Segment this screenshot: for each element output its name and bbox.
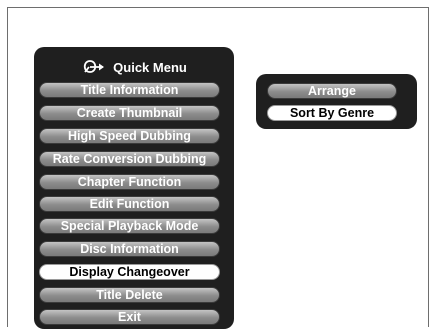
submenu-panel: Arrange Sort By Genre [256, 74, 417, 129]
menu-item-exit[interactable]: Exit [39, 309, 220, 325]
quick-menu-panel: Quick Menu Title Information Create Thum… [34, 47, 234, 329]
quick-menu-header: Quick Menu [34, 57, 234, 77]
remote-pointer-icon [84, 60, 105, 73]
menu-item-title-information[interactable]: Title Information [39, 82, 220, 98]
submenu-item-sort-by-genre[interactable]: Sort By Genre [267, 105, 397, 121]
menu-item-edit-function[interactable]: Edit Function [39, 196, 220, 212]
menu-item-title-delete[interactable]: Title Delete [39, 287, 220, 303]
menu-item-high-speed-dubbing[interactable]: High Speed Dubbing [39, 128, 220, 144]
menu-item-create-thumbnail[interactable]: Create Thumbnail [39, 105, 220, 121]
menu-item-display-changeover[interactable]: Display Changeover [39, 264, 220, 280]
menu-item-rate-conversion-dubbing[interactable]: Rate Conversion Dubbing [39, 151, 220, 167]
quick-menu-title: Quick Menu [113, 59, 187, 75]
submenu-item-arrange[interactable]: Arrange [267, 83, 397, 99]
menu-item-disc-information[interactable]: Disc Information [39, 241, 220, 257]
menu-item-chapter-function[interactable]: Chapter Function [39, 174, 220, 190]
menu-item-special-playback-mode[interactable]: Special Playback Mode [39, 218, 220, 234]
